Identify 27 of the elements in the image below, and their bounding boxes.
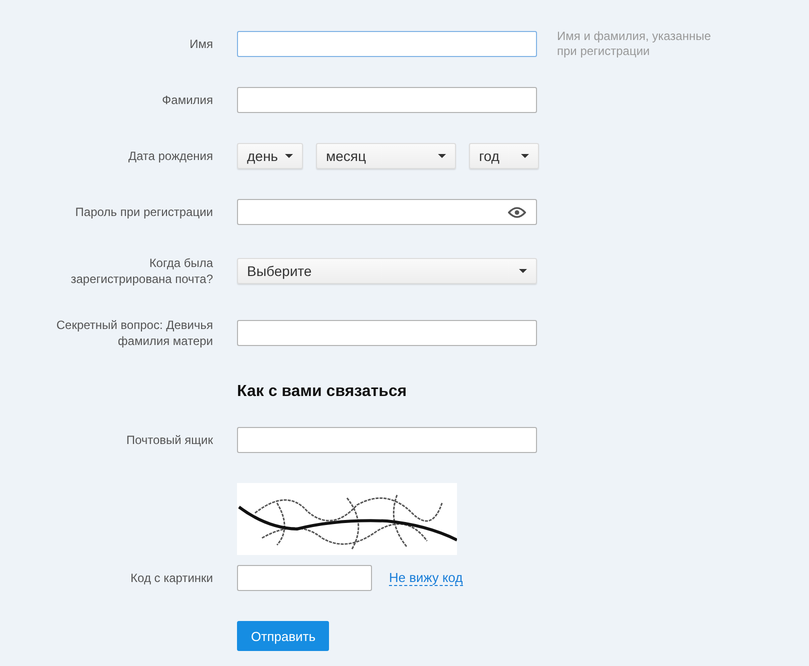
field-label: Когда была зарегистрирована почта?: [70, 255, 213, 287]
caret-icon: [285, 154, 293, 158]
cant-see-code-link[interactable]: Не вижу код: [389, 570, 463, 586]
input-field[interactable]: [237, 320, 537, 346]
field-label: Почтовый ящик: [125, 432, 213, 448]
field-label: Дата рождения: [127, 148, 213, 164]
field-label: Секретный вопрос: Девичья фамилия матери: [55, 317, 213, 349]
input-field[interactable]: [237, 565, 372, 591]
caret-icon: [438, 154, 446, 158]
field-label: Фамилия: [161, 92, 213, 108]
field-label: Имя: [188, 36, 213, 52]
input-field[interactable]: [237, 87, 537, 113]
dropdown[interactable]: Выберите: [237, 258, 537, 284]
eye-icon[interactable]: [508, 206, 526, 218]
caret-icon: [519, 269, 527, 273]
field-label: Пароль при регистрации: [74, 204, 213, 220]
password-field[interactable]: [237, 199, 537, 225]
input-field[interactable]: [237, 427, 537, 453]
dropdown[interactable]: месяц: [316, 143, 456, 169]
field-label: Код с картинки: [130, 570, 213, 586]
hint-text: Имя и фамилия, указанные при регистрации: [557, 29, 712, 59]
input-field[interactable]: [237, 31, 537, 57]
section-heading: Как с вами связаться: [237, 383, 407, 401]
submit-button[interactable]: Отправить: [237, 621, 330, 651]
caret-icon: [521, 154, 529, 158]
dropdown[interactable]: год: [469, 143, 539, 169]
dropdown[interactable]: день: [237, 143, 303, 169]
